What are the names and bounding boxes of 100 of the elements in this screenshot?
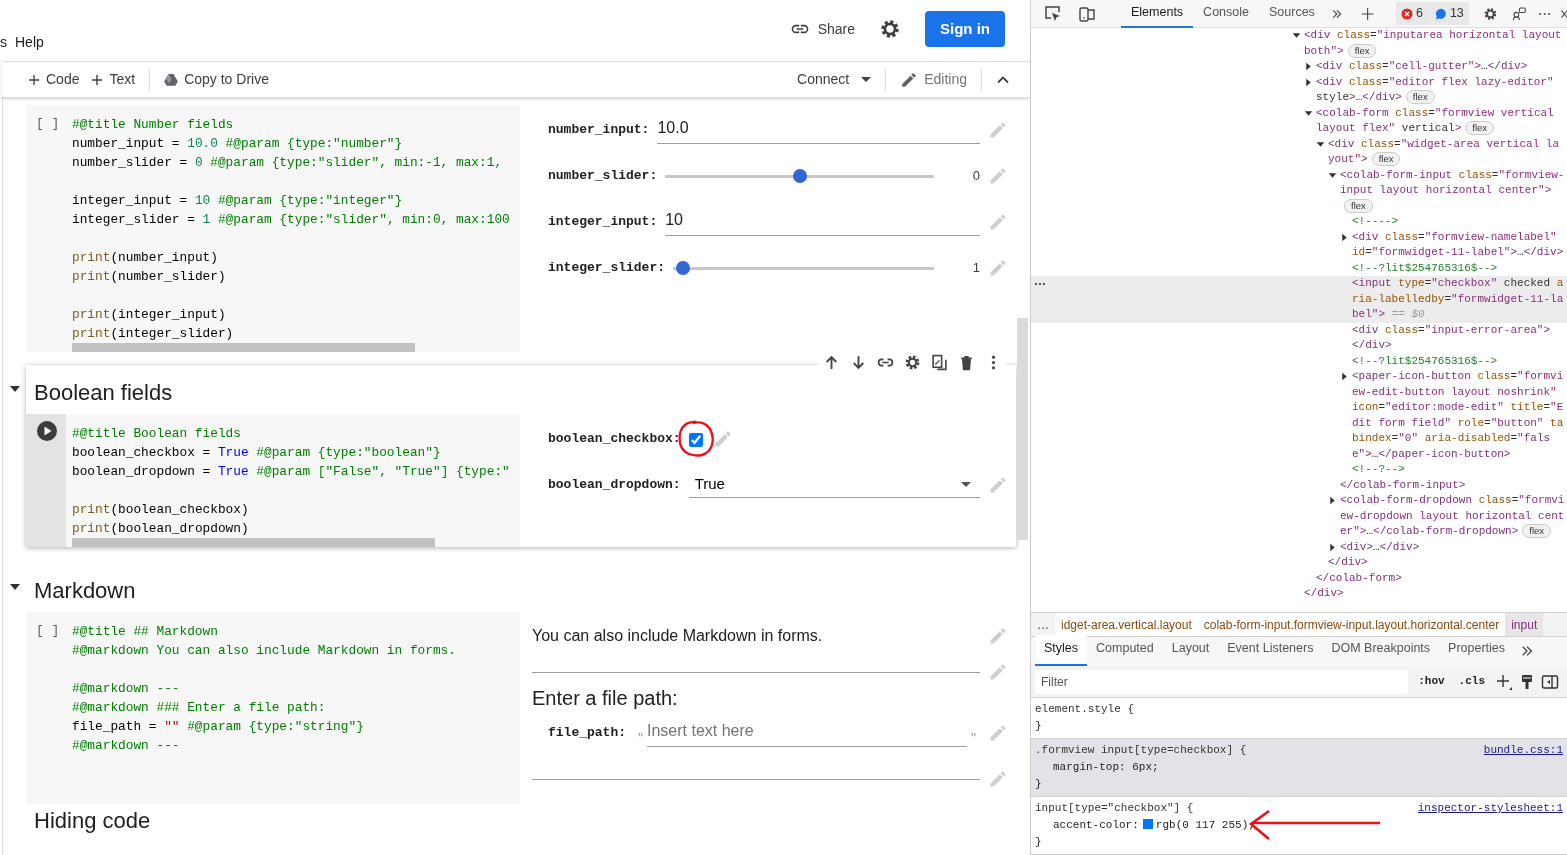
tree-row[interactable]: <div>…</div>: [1031, 539, 1567, 555]
tree-row[interactable]: <div class="input-error-area">: [1031, 322, 1567, 338]
collapse-triangle-icon[interactable]: [1292, 31, 1301, 40]
collapse-triangle-icon[interactable]: [1316, 139, 1325, 149]
dom-node-text: </colab-form-input>: [1340, 477, 1467, 493]
field-label: number_slider:: [548, 167, 658, 186]
horizontal-scrollbar[interactable]: [72, 538, 435, 547]
move-down-icon[interactable]: [850, 354, 867, 371]
tree-row[interactable]: <input type="checkbox" checked aria-labelledby="formwidget-11-label"> == $0: [1031, 276, 1567, 323]
sidebar-icon[interactable]: [1541, 673, 1559, 690]
input-field[interactable]: Insert text here: [647, 719, 967, 747]
more-tabs-icon[interactable]: [1520, 644, 1535, 658]
code-line: number_slider = 0 #@param {type:"slider", min:-1, max:1,: [72, 154, 504, 172]
tree-row[interactable]: <!--?lit$254765316$-->: [1031, 260, 1567, 276]
more-icon[interactable]: [1034, 280, 1046, 288]
tree-row[interactable]: <div class="formview-namelabel" id="formwidget-11-label">…</div>: [1031, 229, 1567, 261]
run-button[interactable]: [36, 420, 58, 442]
code-line: print(number_input): [72, 249, 219, 267]
source-link[interactable]: inspector-stylesheet:1: [1417, 800, 1563, 817]
slider-thumb[interactable]: [792, 169, 807, 183]
toggle-button[interactable]: :hov: [1414, 673, 1449, 690]
panel-tab[interactable]: Computed: [1087, 635, 1163, 666]
code-line: integer_input = 10 #@param {type:"integer"}: [72, 192, 404, 210]
field-label: file_path:: [548, 724, 626, 743]
devtools-tab[interactable]: Elements: [1121, 0, 1194, 28]
expand-triangle-icon[interactable]: [1328, 496, 1337, 505]
css-value: 6px;: [1132, 761, 1159, 773]
code-line: integer_slider = 1 #@param {type:"slider", min:0, max:100: [72, 211, 511, 229]
css-selector: input[type="checkbox"] {: [1035, 802, 1194, 814]
breadcrumb[interactable]: colab-form-input.formview-input.layout.horizontal.center: [1197, 613, 1506, 636]
horizontal-scrollbar[interactable]: [72, 343, 415, 352]
panel-tab[interactable]: Styles: [1035, 635, 1088, 666]
checkbox[interactable]: [688, 433, 703, 447]
copy-button[interactable]: Copy to Drive: [158, 65, 275, 94]
code-line: boolean_dropdown = True #@param ["False", "True"] {type:": [72, 463, 511, 481]
dom-node-text: <div class="inputarea horizontal layout both"> flex: [1304, 28, 1563, 59]
dom-node-text: <div class="widget-area vertical layout"> flex: [1328, 136, 1561, 168]
markdown-text: You can also include Markdown in forms.: [532, 626, 824, 646]
expand-triangle-icon[interactable]: [1340, 232, 1349, 242]
toggle-button[interactable]: .cls: [1454, 673, 1489, 690]
tree-row[interactable]: <!--?lit$254765316$-->: [1031, 353, 1567, 369]
breadcrumb[interactable]: idget-area.vertical.layout: [1055, 613, 1198, 636]
paint-icon[interactable]: [1519, 673, 1535, 690]
mirror-icon[interactable]: [931, 354, 948, 371]
dom-node-text: </div>: [1328, 555, 1369, 570]
settings-icon[interactable]: [904, 354, 921, 371]
input-field[interactable]: 10.0: [657, 116, 980, 144]
expand-triangle-icon[interactable]: [1304, 77, 1313, 87]
expand-triangle-icon[interactable]: [1304, 62, 1313, 71]
scrollbar-thumb[interactable]: [1017, 318, 1028, 540]
panel-tab[interactable]: DOM Breakpoints: [1322, 635, 1440, 666]
cell-status: [ ]: [36, 623, 60, 638]
input-field[interactable]: 10: [665, 208, 980, 236]
settings-icon[interactable]: [879, 18, 901, 40]
collapse-triangle-icon[interactable]: [1304, 108, 1313, 118]
source-link[interactable]: bundle.css:1: [1483, 742, 1563, 759]
editing-button[interactable]: Editing: [894, 65, 973, 94]
code-line: #@title ## Markdown: [72, 623, 219, 641]
menu-item[interactable]: Help: [15, 32, 44, 53]
dom-node-text: <div class="editor flex lazy-editor" style>…</div> flex: [1316, 74, 1555, 106]
slider-thumb[interactable]: [675, 261, 690, 275]
code-line: file_path = "" #@param {type:"string"}: [72, 718, 365, 736]
slider-value: 1: [971, 259, 980, 278]
tree-row[interactable]: <!--?-->: [1031, 462, 1567, 478]
move-up-icon[interactable]: [823, 354, 840, 371]
tree-row[interactable]: <colab-form-dropdown class="formview-dropdown layout horizontal center">…</colab-form-dropdown> flex: [1031, 493, 1567, 540]
quote-mark: ": [970, 728, 977, 748]
tree-row[interactable]: <colab-form-input class="formview-input layout horizontal center"> flex: [1031, 167, 1567, 214]
menu-item[interactable]: s: [0, 32, 7, 53]
tree-row[interactable]: <div class="widget-area vertical layout"> flex: [1031, 136, 1567, 168]
dropdown[interactable]: True: [688, 471, 980, 499]
quote-mark: ": [637, 728, 644, 748]
devtools-tab[interactable]: Sources: [1259, 0, 1325, 28]
tree-row[interactable]: <colab-form class="formview vertical layout flex" vertical> flex: [1031, 105, 1567, 137]
code-line: print(boolean_dropdown): [72, 520, 250, 538]
panel-tab[interactable]: Properties: [1439, 635, 1515, 666]
tree-row[interactable]: <div class="editor flex lazy-editor" style>…</div> flex: [1031, 74, 1567, 106]
tree-row[interactable]: <paper-icon-button class="formview-edit-button layout noshrink" icon="editor:mode-edit" title="Edit form field" role="button" tabindex="0" aria-disabled="false">…</paper-icon-button>: [1031, 369, 1567, 462]
filter-field[interactable]: Filter: [1035, 669, 1409, 694]
panel-tab[interactable]: Layout: [1162, 635, 1219, 666]
trash-icon[interactable]: [958, 354, 975, 371]
connect-button[interactable]: Connect: [791, 65, 878, 94]
add-rule-icon[interactable]: [1495, 672, 1513, 691]
tree-row[interactable]: <!---->: [1031, 214, 1567, 230]
tree-row[interactable]: <div class="inputarea horizontal layout both"> flex: [1031, 28, 1567, 59]
expand-triangle-icon[interactable]: [1328, 542, 1337, 552]
color-swatch[interactable]: [1142, 819, 1153, 829]
breadcrumb[interactable]: input: [1505, 613, 1544, 636]
add-button[interactable]: Code: [22, 65, 86, 94]
tree-row[interactable]: <div class="cell-gutter">…</div>: [1031, 59, 1567, 75]
devtools-tab[interactable]: Console: [1193, 0, 1259, 28]
expand-triangle-icon[interactable]: [1340, 372, 1349, 381]
css-brace: }: [1035, 835, 1043, 850]
collapse-triangle-icon[interactable]: [1328, 170, 1337, 180]
add-button[interactable]: Text: [85, 65, 142, 94]
css-property: accent-color:: [1053, 819, 1139, 831]
share-button[interactable]: Share: [789, 18, 855, 40]
section-heading: Hiding code: [33, 807, 152, 835]
sign-in-button[interactable]: Sign in: [925, 11, 1005, 47]
panel-tab[interactable]: Event Listeners: [1218, 635, 1323, 666]
